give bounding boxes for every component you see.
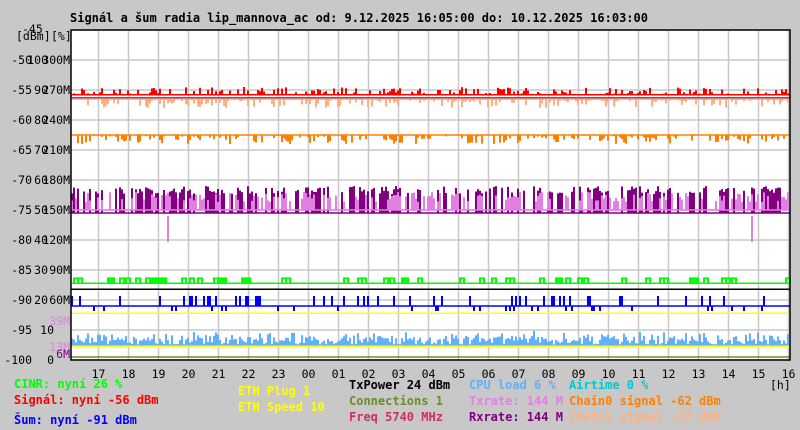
- legend-item: TxPower 24 dBm: [349, 378, 450, 392]
- x-tick: 23: [272, 367, 286, 381]
- y-tick-dbm: -55: [11, 83, 32, 97]
- y-tick-dbm: -65: [11, 143, 32, 157]
- legend-item: ETH Speed 10: [238, 400, 325, 414]
- legend-item: Šum: nyní -91 dBm: [14, 412, 137, 427]
- legend-item: Airtime 0 %: [569, 378, 649, 392]
- unit-pct: [%]: [51, 29, 72, 43]
- y-tick-rate: 120M: [42, 233, 70, 247]
- y-tick-dbm: -70: [11, 173, 32, 187]
- y-tick-pct: 20: [34, 293, 48, 307]
- unit-hours: [h]: [770, 378, 791, 392]
- y-tick-rate: 180M: [42, 173, 70, 187]
- signal-noise-chart: Signál a šum radia lip_mannova_ac od: 9.…: [4, 11, 795, 427]
- x-tick: 15: [752, 367, 766, 381]
- y-tick-dbm: -90: [11, 293, 32, 307]
- legend-item: Chain1 signal -57 dBm: [569, 410, 721, 424]
- legend-item: Rxrate: 144 M: [469, 410, 563, 424]
- y-tick-rate-extra: 39M: [49, 314, 70, 328]
- x-tick: 05: [452, 367, 466, 381]
- y-tick-dbm: -100: [4, 353, 32, 367]
- legend-item: Freq 5740 MHz: [349, 410, 443, 424]
- y-tick-rate: 300M: [42, 53, 70, 67]
- y-tick-rate: 240M: [42, 113, 70, 127]
- y-tick-pct: 30: [34, 263, 48, 277]
- legend-item: CPU load 6 %: [469, 378, 556, 392]
- x-tick: 13: [692, 367, 706, 381]
- legend-item: Signál: nyní -56 dBm: [14, 393, 159, 407]
- legend-item: CINR: nyní 26 %: [14, 377, 123, 391]
- x-tick: 14: [722, 367, 736, 381]
- x-tick: 01: [332, 367, 346, 381]
- y-tick-dbm: -60: [11, 113, 32, 127]
- y-tick-dbm: -80: [11, 233, 32, 247]
- x-tick: 20: [182, 367, 196, 381]
- plot-area: [71, 30, 790, 360]
- y-tick-dbm: -95: [11, 323, 32, 337]
- legend-item: Chain0 signal -62 dBm: [569, 394, 721, 408]
- y-tick-rate: 90M: [49, 263, 70, 277]
- y-tick-pct: 0: [47, 353, 54, 367]
- legend: CINR: nyní 26 % Signál: nyní -56 dBm Šum: …: [14, 377, 721, 427]
- x-tick: 12: [662, 367, 676, 381]
- y-tick-rate-extra: 6M: [56, 347, 70, 361]
- x-tick: 18: [122, 367, 136, 381]
- legend-item: Txrate: 144 M: [469, 394, 563, 408]
- y-tick-rate: 270M: [42, 83, 70, 97]
- chart-title: Signál a šum radia lip_mannova_ac od: 9.…: [70, 11, 648, 26]
- legend-item: Connections 1: [349, 394, 443, 408]
- y-tick-dbm: -75: [11, 203, 32, 217]
- y-tick-dbm: -85: [11, 263, 32, 277]
- y-tick-rate: 210M: [42, 143, 70, 157]
- x-tick: 19: [152, 367, 166, 381]
- legend-item: ETH Plug 1: [238, 384, 310, 398]
- y-tick-rate: 150M: [42, 203, 70, 217]
- y-tick-rate: 60M: [49, 293, 70, 307]
- x-tick: 21: [212, 367, 226, 381]
- unit-dbm: [dBm]: [16, 29, 51, 43]
- x-tick: 00: [302, 367, 316, 381]
- x-tick: 22: [242, 367, 256, 381]
